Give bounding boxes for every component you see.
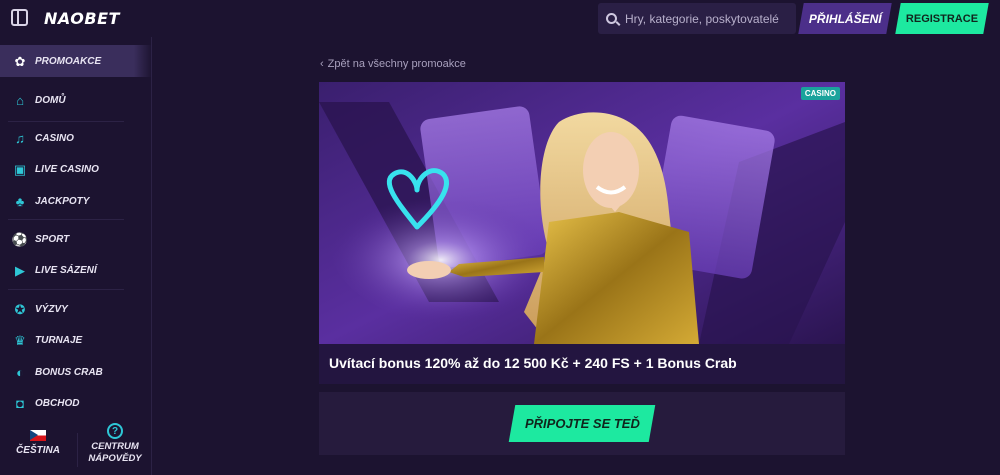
music-note-icon: ♫ [15,130,25,146]
sidebar-item-tournaments[interactable]: ♛ TURNAJE [0,327,140,353]
sidebar: ✿ PROMOAKCE ⌂ DOMŮ ♫ CASINO ▣ LIVE CASIN… [0,37,152,475]
sidebar-item-home[interactable]: ⌂ DOMŮ [0,87,140,113]
czech-flag-icon [30,430,46,441]
back-link-label: Zpět na všechny promoakce [327,58,466,70]
divider [8,219,124,220]
trophy-icon: ♛ [14,332,26,348]
home-icon: ⌂ [16,92,24,108]
help-center-link[interactable]: ? CENTRUM NÁPOVĚDY [84,423,146,465]
sidebar-item-sport[interactable]: ⚽ SPORT [0,226,140,252]
clover-icon: ♣ [15,193,25,209]
divider [8,289,124,290]
sidebar-item-label: DOMŮ [35,94,66,106]
search-icon [606,13,617,24]
sidebar-item-casino[interactable]: ♫ CASINO [0,125,140,151]
medal-icon: ✪ [14,301,26,317]
sidebar-toggle-icon[interactable] [11,9,28,26]
sidebar-item-label: BONUS CRAB [35,366,103,378]
sidebar-item-label: OBCHOD [35,397,80,409]
sidebar-item-label: TURNAJE [35,334,83,346]
gift-icon: ✿ [14,53,26,69]
sidebar-item-live-casino[interactable]: ▣ LIVE CASINO [0,156,140,182]
crab-icon: ◐ [16,364,24,380]
login-button[interactable]: PŘIHLÁŠENÍ [798,3,892,34]
sidebar-item-label: LIVE SÁZENÍ [35,264,97,276]
live-icon: ▶ [15,262,25,278]
sidebar-item-label: CASINO [35,132,74,144]
promo-title: Uvítací bonus 120% až do 12 500 Kč + 240… [329,355,737,371]
help-label-line1: CENTRUM [91,441,139,452]
sidebar-item-label: LIVE CASINO [35,163,99,175]
register-button[interactable]: REGISTRACE [895,3,989,34]
sidebar-item-shop[interactable]: ◘ OBCHOD [0,390,140,416]
promo-banner-image [319,82,845,344]
register-button-label: REGISTRACE [905,12,979,25]
sidebar-item-label: VÝZVY [35,303,68,315]
divider [8,121,124,122]
sidebar-item-label: SPORT [35,233,70,245]
help-label-line2: NÁPOVĚDY [88,453,142,464]
help-icon: ? [107,423,123,439]
sidebar-item-label: JACKPOTY [35,195,90,207]
sport-icon: ⚽ [11,231,29,247]
sidebar-item-bonus-crab[interactable]: ◐ BONUS CRAB [0,359,140,385]
join-now-label: PŘIPOJTE SE TEĎ [524,416,640,431]
cta-section: PŘIPOJTE SE TEĎ [319,392,845,455]
sidebar-item-jackpots[interactable]: ♣ JACKPOTY [0,188,140,214]
top-header: NAOBET PŘIHLÁŠENÍ REGISTRACE [0,0,1000,37]
sidebar-item-promo[interactable]: ✿ PROMOAKCE [0,45,152,77]
language-label: ČEŠTINA [16,445,60,456]
language-selector[interactable]: ČEŠTINA [14,430,62,456]
back-to-promotions-link[interactable]: ‹ Zpět na všechny promoakce [320,58,466,70]
shop-bag-icon: ◘ [16,395,24,411]
sidebar-item-challenges[interactable]: ✪ VÝZVY [0,296,140,322]
promo-banner: CASINO Uvítací bonus 120% až do 12 500 K… [319,82,845,384]
logo[interactable]: NAOBET [44,9,120,28]
login-button-label: PŘIHLÁŠENÍ [808,11,882,26]
search-box[interactable] [598,3,796,34]
divider [77,433,78,467]
cards-icon: ▣ [13,161,27,177]
casino-badge: CASINO [800,87,840,100]
join-now-button[interactable]: PŘIPOJTE SE TEĎ [508,405,656,442]
sidebar-item-live-betting[interactable]: ▶ LIVE SÁZENÍ [0,257,140,283]
chevron-left-icon: ‹ [320,58,324,70]
search-input[interactable] [625,11,790,26]
sidebar-item-label: PROMOAKCE [35,55,102,67]
